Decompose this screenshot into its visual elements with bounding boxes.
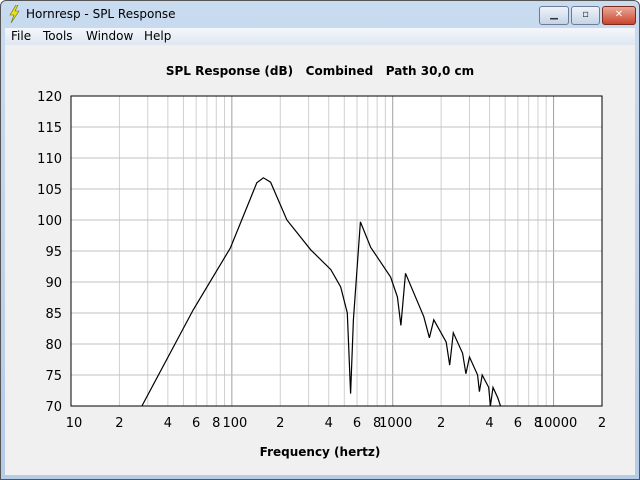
- y-tick-label: 95: [45, 245, 62, 260]
- spl-chart: SPL Response (dB) Combined Path 30,0 cm …: [5, 45, 635, 475]
- y-tick-label: 115: [37, 121, 62, 136]
- x-tick-label: 4: [164, 416, 172, 431]
- x-tick-label: 2: [598, 416, 606, 431]
- chart-title: SPL Response (dB) Combined Path 30,0 cm: [166, 64, 474, 78]
- x-tick-label: 10: [66, 416, 83, 431]
- x-tick-label: 2: [437, 416, 445, 431]
- x-tick-label: 2: [115, 416, 123, 431]
- x-tick-label: 1000: [379, 416, 412, 431]
- y-tick-label: 105: [37, 183, 62, 198]
- y-tick-label: 100: [37, 214, 62, 229]
- x-tick-label: 6: [514, 416, 522, 431]
- x-tick-label: 2: [276, 416, 284, 431]
- x-axis-label: Frequency (hertz): [260, 445, 381, 459]
- x-tick-label: 8: [212, 416, 220, 431]
- y-tick-label: 85: [45, 307, 62, 322]
- x-tick-label: 4: [325, 416, 333, 431]
- x-tick-label: 10000: [536, 416, 577, 431]
- y-tick-label: 80: [45, 338, 62, 353]
- y-tick-label: 90: [45, 276, 62, 291]
- x-tick-label: 4: [485, 416, 493, 431]
- y-tick-label: 70: [45, 400, 62, 415]
- y-tick-label: 120: [37, 90, 62, 105]
- y-tick-label: 75: [45, 369, 62, 384]
- y-tick-label: 110: [37, 152, 62, 167]
- x-tick-label: 6: [353, 416, 361, 431]
- x-tick-label: 100: [222, 416, 247, 431]
- x-tick-label: 6: [192, 416, 200, 431]
